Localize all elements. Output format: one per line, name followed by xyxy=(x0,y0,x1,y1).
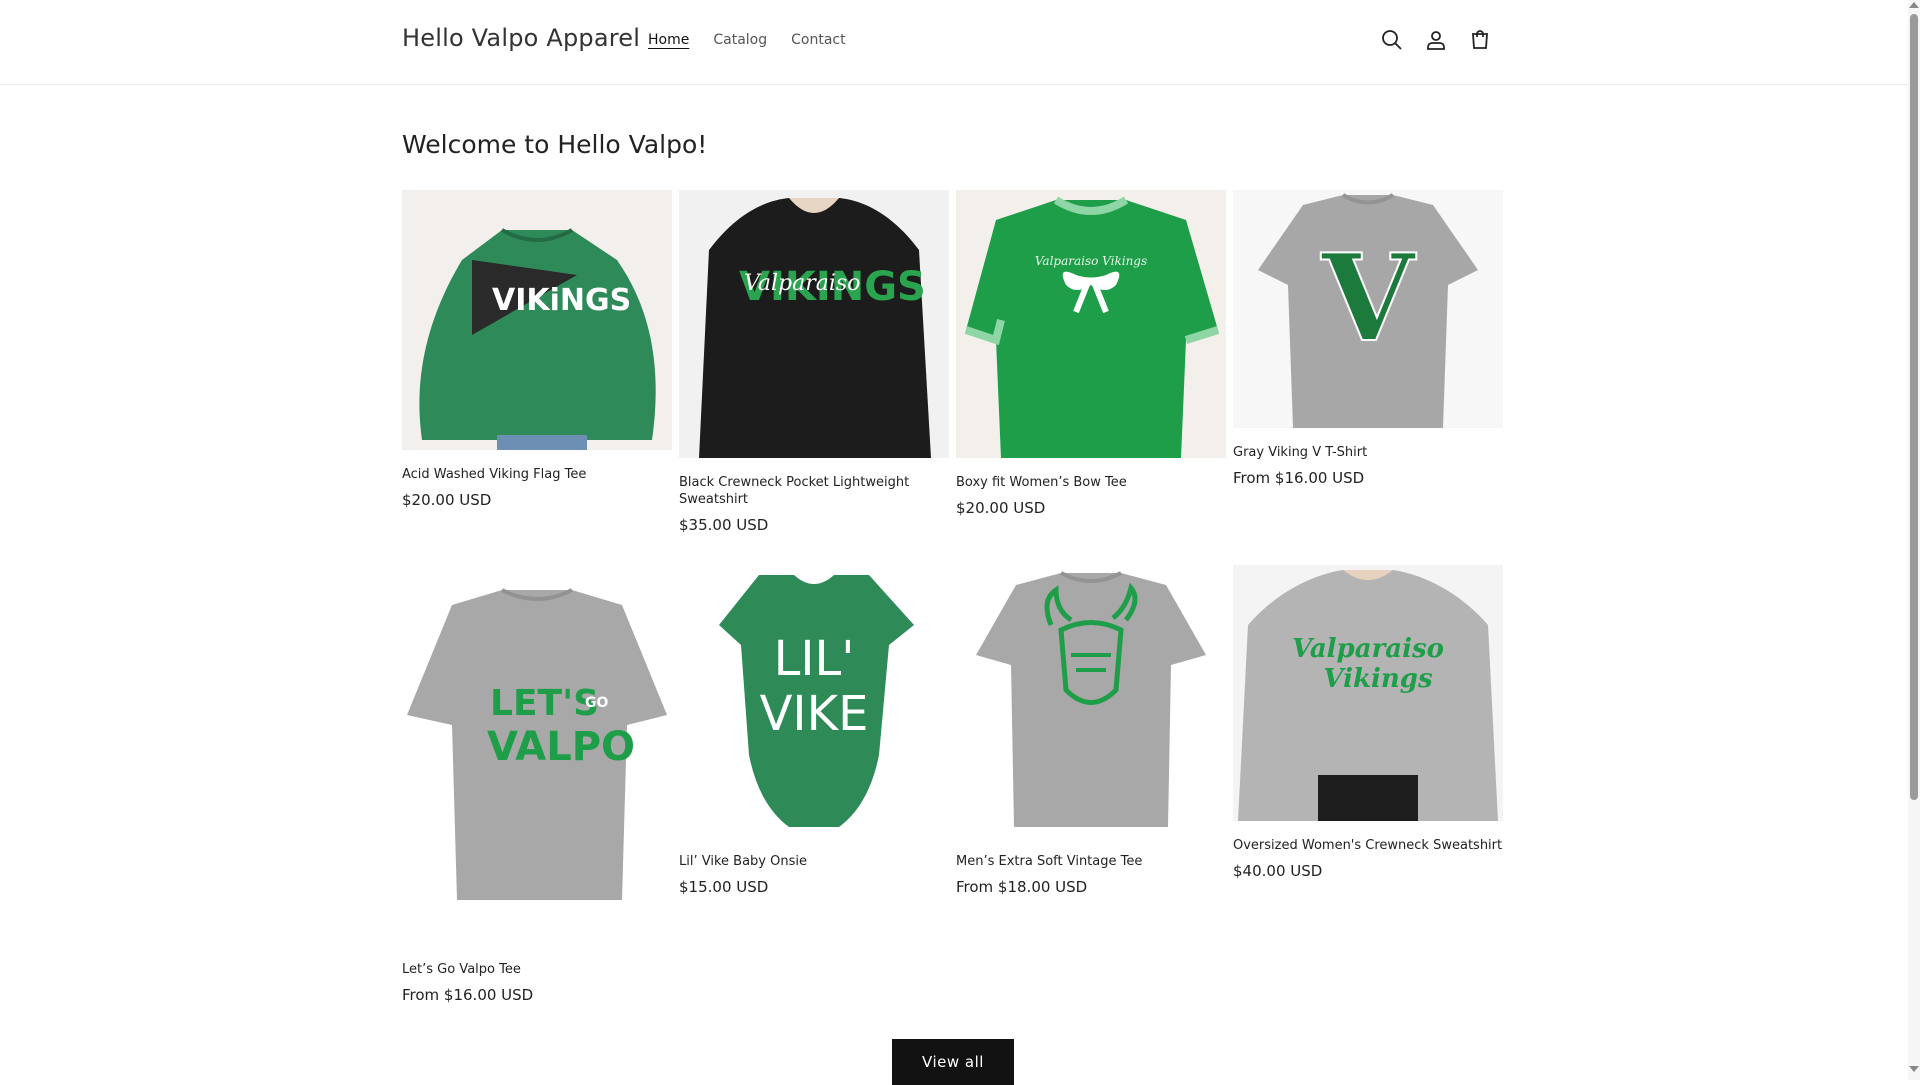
nav-contact[interactable]: Contact xyxy=(791,32,845,48)
scroll-up-arrow-icon[interactable] xyxy=(1909,2,1919,8)
product-title[interactable]: Boxy fit Women’s Bow Tee xyxy=(956,474,1226,491)
image-graphic-text-bottom: VIKE xyxy=(760,686,869,742)
product-image-lets-go-valpo[interactable]: LET'S GO VALPO xyxy=(402,565,672,945)
product-price: $15.00 USD xyxy=(679,878,769,896)
account-icon[interactable] xyxy=(1424,28,1448,52)
main-nav: Home Catalog Contact xyxy=(648,32,846,48)
image-graphic-text-top: Valparaiso xyxy=(1292,634,1444,664)
product-title[interactable]: Lil’ Vike Baby Onsie xyxy=(679,853,949,870)
product-card[interactable]: Men’s Extra Soft Vintage Tee From $18.00… xyxy=(956,565,1226,896)
product-title[interactable]: Acid Washed Viking Flag Tee xyxy=(402,466,672,483)
product-image-black-crewneck[interactable]: VIKINGS Valparaiso xyxy=(679,190,949,458)
view-all-button[interactable]: View all xyxy=(892,1039,1014,1085)
image-graphic-text-top: LET'S xyxy=(490,683,599,724)
product-card[interactable]: Valparaiso Vikings Oversized Women's Cre… xyxy=(1233,565,1503,880)
product-image-oversized-sweatshirt[interactable]: Valparaiso Vikings xyxy=(1233,565,1503,821)
nav-home[interactable]: Home xyxy=(648,32,689,48)
site-header: Hello Valpo Apparel Home Catalog Contact xyxy=(0,0,1908,85)
image-graphic-text-top: LIL' xyxy=(774,631,855,687)
scrollbar-thumb[interactable] xyxy=(1910,14,1918,800)
product-title[interactable]: Black Crewneck Pocket Lightweight Sweats… xyxy=(679,474,949,508)
product-title[interactable]: Oversized Women's Crewneck Sweatshirt xyxy=(1233,837,1503,854)
product-card[interactable]: VIKINGS Valparaiso Black Crewneck Pocket… xyxy=(679,190,949,534)
product-price: From $18.00 USD xyxy=(956,878,1088,896)
product-image-lil-vike-onsie[interactable]: LIL' VIKE xyxy=(679,565,949,837)
product-card[interactable]: LET'S GO VALPO Let’s Go Valpo Tee From $… xyxy=(402,565,672,1004)
product-image-acid-washed-tee[interactable]: VIKiNGS xyxy=(402,190,672,450)
image-graphic-text: VIKiNGS xyxy=(492,283,631,318)
search-icon[interactable] xyxy=(1380,28,1404,52)
product-image-bow-tee[interactable]: Valparaiso Vikings xyxy=(956,190,1226,458)
cart-icon[interactable] xyxy=(1468,28,1492,52)
product-price: $20.00 USD xyxy=(956,499,1046,517)
image-graphic-script: Valparaiso xyxy=(744,271,860,296)
product-image-gray-viking-v[interactable]: V xyxy=(1233,190,1503,428)
image-graphic-text-bottom: VALPO xyxy=(487,724,635,770)
page-title: Welcome to Hello Valpo! xyxy=(402,130,708,159)
product-price: From $16.00 USD xyxy=(402,986,534,1004)
scroll-down-arrow-icon[interactable] xyxy=(1909,1066,1919,1072)
product-card[interactable]: Valparaiso Vikings Boxy fit Women’s Bow … xyxy=(956,190,1226,517)
nav-catalog[interactable]: Catalog xyxy=(713,32,767,48)
product-card[interactable]: LIL' VIKE Lil’ Vike Baby Onsie $15.00 US… xyxy=(679,565,949,896)
product-title[interactable]: Gray Viking V T-Shirt xyxy=(1233,444,1503,461)
product-title[interactable]: Let’s Go Valpo Tee xyxy=(402,961,672,978)
product-price: $20.00 USD xyxy=(402,491,492,509)
image-graphic-text: Valparaiso Vikings xyxy=(1035,254,1147,268)
product-card[interactable]: V Gray Viking V T-Shirt From $16.00 USD xyxy=(1233,190,1503,487)
brand-logo-link[interactable]: Hello Valpo Apparel xyxy=(402,24,640,52)
product-card[interactable]: VIKiNGS Acid Washed Viking Flag Tee $20.… xyxy=(402,190,672,509)
product-price: From $16.00 USD xyxy=(1233,469,1365,487)
image-graphic-text: V xyxy=(1320,228,1416,369)
product-price: $35.00 USD xyxy=(679,516,769,534)
product-title[interactable]: Men’s Extra Soft Vintage Tee xyxy=(956,853,1226,870)
product-image-vintage-tee[interactable] xyxy=(956,565,1226,837)
image-graphic-text-go: GO xyxy=(585,695,608,711)
product-price: $40.00 USD xyxy=(1233,862,1323,880)
header-icons xyxy=(1380,28,1492,52)
image-graphic-text-bottom: Vikings xyxy=(1323,664,1433,694)
